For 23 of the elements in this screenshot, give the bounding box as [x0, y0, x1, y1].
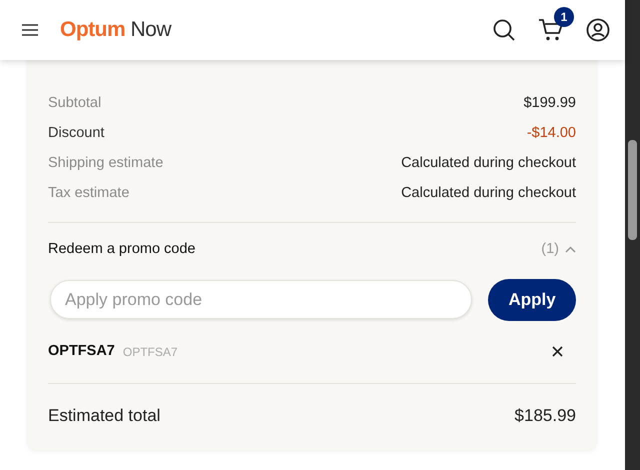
promo-code: OPTFSA7 — [48, 342, 115, 361]
cart-count-badge: 1 — [554, 7, 574, 27]
account-icon[interactable] — [586, 18, 610, 42]
summary-label: Tax estimate — [48, 184, 130, 203]
promo-code-field[interactable]: Apply promo code — [50, 280, 472, 320]
summary-value: Calculated during checkout — [401, 184, 576, 203]
logo[interactable]: Optum Now — [60, 14, 172, 46]
total-value: $185.99 — [514, 404, 576, 426]
summary-label: Subtotal — [48, 94, 102, 113]
menu-icon[interactable] — [22, 24, 38, 36]
total-label: Estimated total — [48, 404, 160, 426]
apply-button[interactable]: Apply — [488, 278, 576, 321]
scrollbar[interactable] — [625, 0, 640, 470]
summary-value: -$14.00 — [526, 124, 576, 143]
chevron-icon — [565, 246, 576, 254]
remove-icon[interactable] — [552, 346, 563, 358]
promo-title: Redeem a promo code — [48, 240, 196, 259]
summary-label: Discount — [48, 124, 104, 143]
summary-value: Calculated during checkout — [401, 154, 576, 173]
summary-label: Shipping estimate — [48, 154, 164, 173]
summary-value: $199.99 — [524, 94, 576, 113]
search-icon[interactable] — [492, 18, 516, 42]
promo-code-detail: OPTFSA7 — [122, 344, 178, 361]
